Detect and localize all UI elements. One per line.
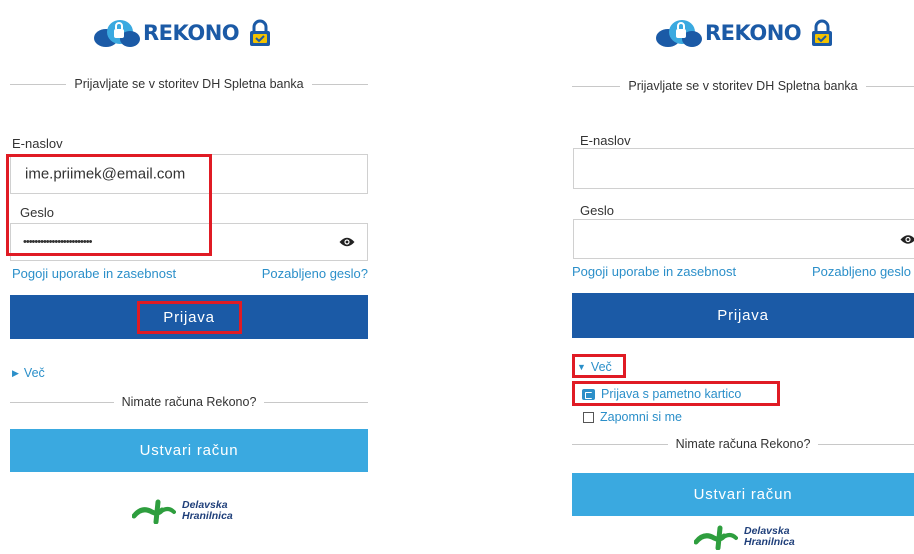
caret-down-icon: ▼ — [577, 362, 586, 372]
caret-right-icon: ▶ — [12, 367, 19, 378]
checkbox[interactable] — [583, 411, 594, 423]
padlock-icon — [812, 19, 833, 46]
terms-link[interactable]: Pogoji uporabe in zasebnost — [572, 264, 736, 279]
dh-logo-icon — [694, 525, 738, 550]
login-button-label: Prijava — [717, 307, 769, 324]
login-button-label: Prijava — [163, 308, 215, 326]
create-account-button[interactable]: Ustvari račun — [572, 473, 914, 516]
cloud-icon — [656, 20, 702, 47]
padlock-icon — [250, 19, 271, 46]
password-value: •••••••••••••••••••••••• — [23, 236, 92, 248]
password-field[interactable]: •••••••••••••••••••••••• — [10, 223, 368, 261]
brand-name: REKONO — [143, 21, 240, 45]
service-heading: Prijavljate se v storitev DH Spletna ban… — [572, 77, 914, 95]
forgot-password-link[interactable]: Pozabljeno geslo? — [262, 266, 368, 281]
email-value: ime.priimek@email.com — [25, 165, 186, 183]
rekono-logo: REKONO — [655, 10, 833, 56]
no-account-heading: Nimate računa Rekono? — [572, 435, 914, 453]
email-field[interactable]: ime.priimek@email.com — [10, 154, 368, 194]
terms-link[interactable]: Pogoji uporabe in zasebnost — [12, 266, 176, 281]
eye-icon[interactable] — [900, 234, 914, 245]
smartcard-icon — [582, 388, 595, 400]
dh-logo-icon — [132, 499, 176, 524]
remember-me-checkbox[interactable]: Zapomni si me — [583, 410, 682, 424]
brand-name: REKONO — [705, 21, 802, 45]
cloud-icon — [94, 20, 140, 47]
no-account-heading: Nimate računa Rekono? — [10, 393, 369, 411]
service-heading: Prijavljate se v storitev DH Spletna ban… — [10, 75, 368, 93]
forgot-password-link[interactable]: Pozabljeno geslo — [812, 264, 911, 279]
email-label: E-naslov — [12, 136, 63, 151]
create-account-label: Ustvari račun — [139, 442, 239, 459]
create-account-button[interactable]: Ustvari račun — [10, 429, 368, 472]
smartcard-login-link[interactable]: Prijava s pametno kartico — [582, 387, 741, 401]
rekono-logo: REKONO — [93, 10, 271, 56]
eye-icon[interactable] — [339, 237, 355, 248]
login-button[interactable]: Prijava — [10, 295, 368, 339]
login-button[interactable]: Prijava — [572, 293, 914, 338]
create-account-label: Ustvari račun — [693, 486, 793, 503]
delavska-hranilnica-logo: Delavska Hranilnica — [694, 524, 795, 550]
more-toggle[interactable]: ▶ Več — [12, 366, 45, 380]
email-field[interactable] — [573, 148, 914, 189]
more-toggle[interactable]: ▼ Več — [577, 360, 612, 374]
password-field[interactable] — [573, 219, 914, 259]
delavska-hranilnica-logo: Delavska Hranilnica — [132, 498, 233, 524]
password-label: Geslo — [20, 205, 54, 220]
right-login-panel: REKONO Prijavljate se v storitev DH Sple… — [560, 0, 914, 554]
email-label: E-naslov — [580, 133, 631, 148]
left-login-panel: REKONO Prijavljate se v storitev DH Sple… — [0, 0, 380, 554]
password-label: Geslo — [580, 203, 614, 218]
